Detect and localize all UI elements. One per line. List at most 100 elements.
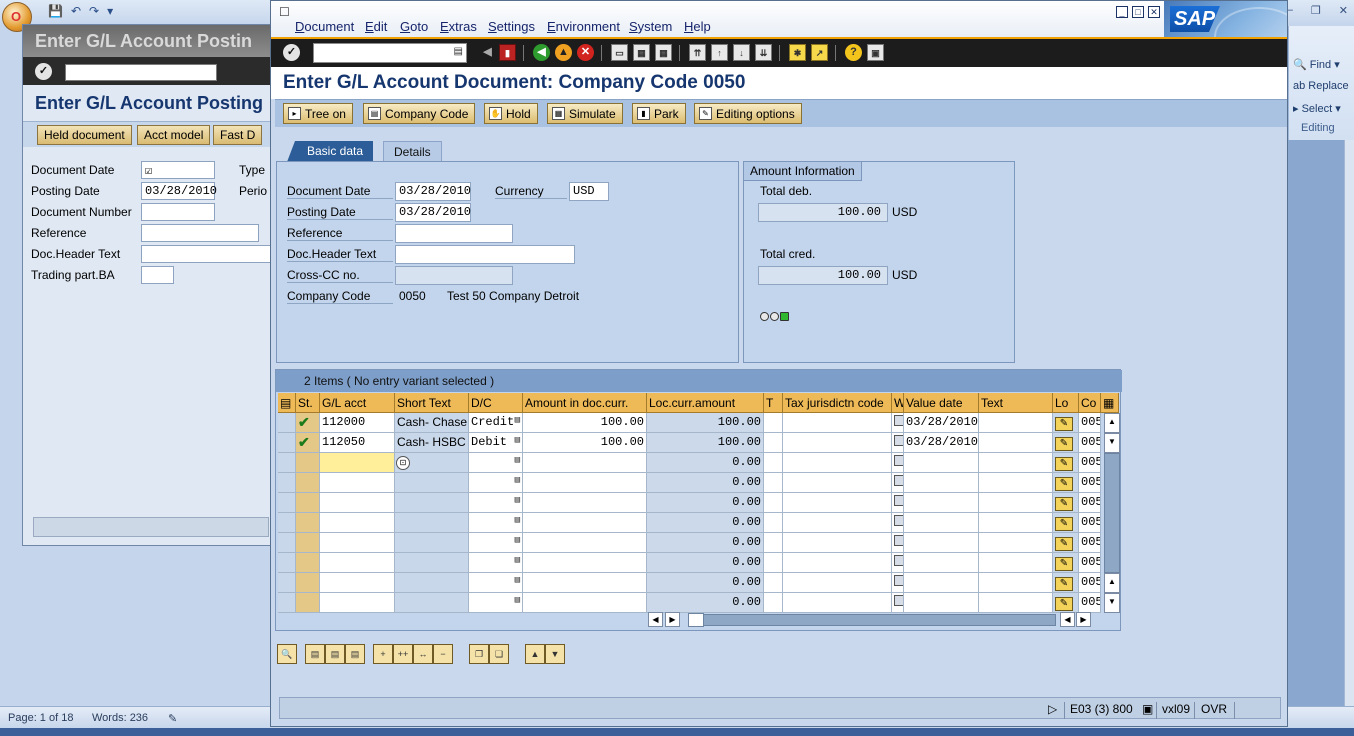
- company-code-cell[interactable]: 005: [1079, 413, 1101, 433]
- undo-icon[interactable]: ↶: [71, 4, 81, 18]
- first-page-icon[interactable]: ⇈: [689, 44, 706, 61]
- company-code-cell[interactable]: 005: [1079, 533, 1101, 553]
- gl-account-cell[interactable]: [320, 553, 395, 573]
- gl-account-cell[interactable]: [320, 533, 395, 553]
- insert-multiple-icon[interactable]: ++: [393, 644, 413, 664]
- gl-account-cell[interactable]: [320, 573, 395, 593]
- short-text-cell[interactable]: [395, 553, 469, 573]
- text-cell[interactable]: [979, 473, 1053, 493]
- column-header[interactable]: Short Text: [395, 393, 469, 413]
- column-header[interactable]: Lo: [1053, 393, 1079, 413]
- tax-jurisdiction-cell[interactable]: [783, 453, 892, 473]
- save-icon[interactable]: 💾: [48, 4, 63, 18]
- amount-doc-cell[interactable]: 100.00: [523, 433, 647, 453]
- long-text-cell[interactable]: ✎: [1053, 413, 1079, 433]
- debit-credit-cell[interactable]: ▤: [469, 533, 523, 553]
- withholding-cell[interactable]: [892, 513, 904, 533]
- long-text-cell[interactable]: ✎: [1053, 493, 1079, 513]
- dropdown-icon[interactable]: ▤: [515, 435, 520, 445]
- dropdown-icon[interactable]: ▤: [515, 535, 520, 545]
- insert-row-icon[interactable]: +: [373, 644, 393, 664]
- fast-data-button[interactable]: Fast D: [213, 125, 263, 145]
- company-code-cell[interactable]: 005: [1079, 593, 1101, 613]
- checkbox-icon[interactable]: [894, 435, 903, 446]
- tab-details[interactable]: Details: [383, 141, 442, 162]
- withholding-cell[interactable]: [892, 593, 904, 613]
- gl-account-cell[interactable]: 112000: [320, 413, 395, 433]
- value-date-cell[interactable]: [904, 593, 979, 613]
- text-cell[interactable]: [979, 553, 1053, 573]
- reference-field[interactable]: [395, 224, 513, 243]
- text-cell[interactable]: [979, 493, 1053, 513]
- previous-page-icon[interactable]: ↑: [711, 44, 728, 61]
- find-icon[interactable]: ▦: [633, 44, 650, 61]
- deselect-all-icon[interactable]: ▤: [345, 644, 365, 664]
- withholding-cell[interactable]: [892, 533, 904, 553]
- tax-jurisdiction-cell[interactable]: [783, 473, 892, 493]
- tree-on-button[interactable]: ▸ Tree on: [283, 103, 353, 124]
- history-dropdown-icon[interactable]: ▤: [454, 46, 463, 57]
- gl-account-cell[interactable]: [320, 493, 395, 513]
- withholding-cell[interactable]: [892, 553, 904, 573]
- column-header[interactable]: Text: [979, 393, 1053, 413]
- value-date-cell[interactable]: 03/28/2010: [904, 413, 979, 433]
- withholding-cell[interactable]: [892, 473, 904, 493]
- menu-help[interactable]: Help: [684, 19, 711, 34]
- acct-model-button[interactable]: Acct model: [137, 125, 211, 145]
- find-next-icon[interactable]: ▦: [655, 44, 672, 61]
- amount-doc-cell[interactable]: 100.00: [523, 413, 647, 433]
- dropdown-icon[interactable]: ▤: [515, 515, 520, 525]
- delete-row-icon[interactable]: −: [433, 644, 453, 664]
- scroll-page-down-icon[interactable]: ▼: [1104, 593, 1120, 613]
- grid-settings-icon[interactable]: ▤: [278, 393, 296, 413]
- long-text-icon[interactable]: ✎: [1055, 557, 1073, 571]
- menu-environment[interactable]: Environment: [547, 19, 620, 34]
- dropdown-icon[interactable]: ▤: [515, 555, 520, 565]
- sort-icon[interactable]: ▲: [525, 644, 545, 664]
- menu-extras[interactable]: Extras: [440, 19, 477, 34]
- help-icon[interactable]: ?: [845, 44, 862, 61]
- value-date-cell[interactable]: [904, 553, 979, 573]
- tax-code-cell[interactable]: [764, 513, 783, 533]
- tax-jurisdiction-cell[interactable]: [783, 433, 892, 453]
- value-date-cell[interactable]: [904, 493, 979, 513]
- held-document-button[interactable]: Held document: [37, 125, 132, 145]
- column-header[interactable]: D/C: [469, 393, 523, 413]
- checkbox-icon[interactable]: [894, 495, 903, 506]
- row-selector[interactable]: [278, 413, 296, 433]
- short-text-cell[interactable]: [395, 593, 469, 613]
- append-row-icon[interactable]: ↔: [413, 644, 433, 664]
- column-config-icon[interactable]: ▦: [1101, 393, 1119, 413]
- replace-button[interactable]: ab Replace: [1293, 80, 1349, 92]
- tax-code-cell[interactable]: [764, 553, 783, 573]
- command-field[interactable]: ▤: [313, 43, 467, 63]
- tax-code-cell[interactable]: [764, 453, 783, 473]
- doc-date-field[interactable]: ☑: [141, 161, 215, 179]
- checkbox-icon[interactable]: [894, 475, 903, 486]
- vertical-scroll-track[interactable]: [1104, 453, 1120, 573]
- value-date-cell[interactable]: [904, 573, 979, 593]
- posting-date-field[interactable]: 03/28/2010: [141, 182, 217, 200]
- company-code-cell[interactable]: 005: [1079, 513, 1101, 533]
- print-icon[interactable]: ▭: [611, 44, 628, 61]
- dropdown-icon[interactable]: ▤: [515, 575, 520, 585]
- company-code-cell[interactable]: 005: [1079, 453, 1101, 473]
- dropdown-icon[interactable]: ▤: [515, 455, 520, 465]
- back-icon[interactable]: ◀: [533, 44, 550, 61]
- tax-code-cell[interactable]: [764, 593, 783, 613]
- debit-credit-cell[interactable]: ▤: [469, 553, 523, 573]
- background-sap-window[interactable]: Enter G/L Account Postin ✓ Enter G/L Acc…: [22, 24, 273, 546]
- tax-jurisdiction-cell[interactable]: [783, 573, 892, 593]
- amount-doc-cell[interactable]: [523, 493, 647, 513]
- copy-icon[interactable]: ❐: [469, 644, 489, 664]
- scroll-down-icon[interactable]: ▼: [1104, 433, 1120, 453]
- customize-qat-icon[interactable]: ▾: [107, 4, 113, 18]
- system-info[interactable]: E03 (3) 800: [1070, 702, 1133, 716]
- posting-date-field[interactable]: 03/28/2010: [395, 203, 471, 222]
- debit-credit-cell[interactable]: ▤: [469, 513, 523, 533]
- amount-doc-cell[interactable]: [523, 573, 647, 593]
- gl-account-cell[interactable]: [320, 473, 395, 493]
- checkbox-icon[interactable]: [894, 555, 903, 566]
- row-selector[interactable]: [278, 573, 296, 593]
- long-text-icon[interactable]: ✎: [1055, 417, 1073, 431]
